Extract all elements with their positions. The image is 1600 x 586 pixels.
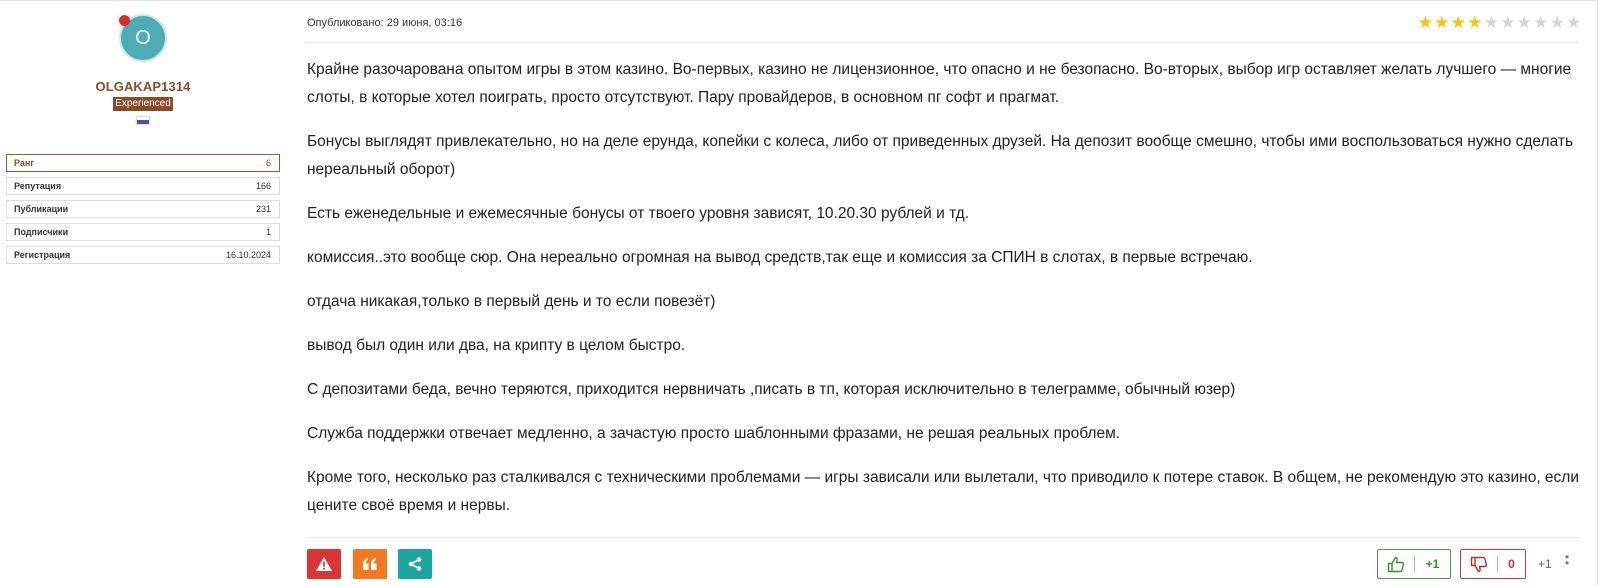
stat-value: 6 <box>265 158 271 168</box>
thumbs-up-icon <box>1378 556 1414 573</box>
footer-divider <box>307 537 1579 538</box>
post-paragraph: отдача никакая,только в первый день и то… <box>307 293 716 310</box>
star-filled-icon[interactable]: ★ <box>1417 13 1434 33</box>
thumbs-down-icon <box>1461 556 1497 573</box>
downvote-count: 0 <box>1508 557 1515 571</box>
star-empty-icon[interactable]: ★ <box>1483 13 1500 33</box>
star-empty-icon[interactable]: ★ <box>1549 13 1566 33</box>
post-paragraph: вывод был один или два, на крипту в цело… <box>307 337 686 354</box>
rank-badge: Experienced <box>113 97 173 111</box>
report-button[interactable] <box>307 549 341 579</box>
star-empty-icon[interactable]: ★ <box>1500 13 1517 33</box>
star-filled-icon[interactable]: ★ <box>1467 13 1484 33</box>
stat-value: 1 <box>265 227 271 237</box>
share-icon <box>408 557 422 571</box>
post-paragraph: С депозитами беда, вечно теряются, прихо… <box>307 381 1236 398</box>
stat-label: Публикации <box>14 204 69 214</box>
stat-value: 16.10.2024 <box>225 250 271 260</box>
share-button[interactable] <box>398 549 432 579</box>
post-paragraph: Служба поддержки отвечает медленно, а за… <box>307 425 1121 442</box>
stat-value: 166 <box>255 181 271 191</box>
quote-button[interactable] <box>353 549 387 579</box>
header-divider <box>307 42 1579 43</box>
star-empty-icon[interactable]: ★ <box>1516 13 1533 33</box>
star-filled-icon[interactable]: ★ <box>1434 13 1451 33</box>
post-paragraph: Есть еженедельные и ежемесячные бонусы о… <box>307 205 970 222</box>
stat-posts: Публикации 231 <box>6 200 280 218</box>
rating-stars: ★ ★ ★ ★ ★ ★ ★ ★ ★ ★ <box>1417 13 1582 33</box>
russia-flag-icon <box>136 116 150 125</box>
published-date: Опубликовано: 29 июня, 03:16 <box>307 17 463 29</box>
post-paragraph: Кроме того, несколько раз сталкивался с … <box>307 469 1579 514</box>
author-stats: Ранг 6 Репутация 166 Публикации 231 Подп… <box>6 154 280 269</box>
stat-registration: Регистрация 16.10.2024 <box>6 246 280 264</box>
post-paragraph: Крайне разочарована опытом игры в этом к… <box>307 61 1572 106</box>
upvote-button[interactable]: +1 <box>1377 549 1451 579</box>
downvote-button[interactable]: 0 <box>1460 549 1526 579</box>
warning-icon <box>316 557 332 571</box>
online-indicator <box>119 15 130 26</box>
stat-followers: Подписчики 1 <box>6 223 280 241</box>
post-paragraph: Бонусы выглядят привлекательно, но на де… <box>307 133 1574 178</box>
quote-icon <box>363 558 377 570</box>
more-options-icon[interactable]: • • <box>1565 551 1569 569</box>
author-avatar-wrap[interactable]: O <box>119 14 167 62</box>
stat-reputation: Репутация 166 <box>6 177 280 195</box>
star-empty-icon[interactable]: ★ <box>1533 13 1550 33</box>
stat-label: Репутация <box>14 181 62 191</box>
author-username[interactable]: OLGAKAP1314 <box>0 79 286 94</box>
upvote-count: +1 <box>1425 557 1440 571</box>
post-content: Крайне разочарована опытом игры в этом к… <box>307 56 1579 536</box>
stat-value: 231 <box>255 204 271 214</box>
star-empty-icon[interactable]: ★ <box>1566 13 1583 33</box>
post-paragraph: комиссия..это вообще сюр. Она нереально … <box>307 249 1253 266</box>
stat-label: Подписчики <box>14 227 69 237</box>
stat-label: Ранг <box>14 158 35 168</box>
vote-total: +1 <box>1538 557 1552 571</box>
stat-label: Регистрация <box>14 250 71 260</box>
star-filled-icon[interactable]: ★ <box>1450 13 1467 33</box>
stat-rank: Ранг 6 <box>6 154 280 172</box>
